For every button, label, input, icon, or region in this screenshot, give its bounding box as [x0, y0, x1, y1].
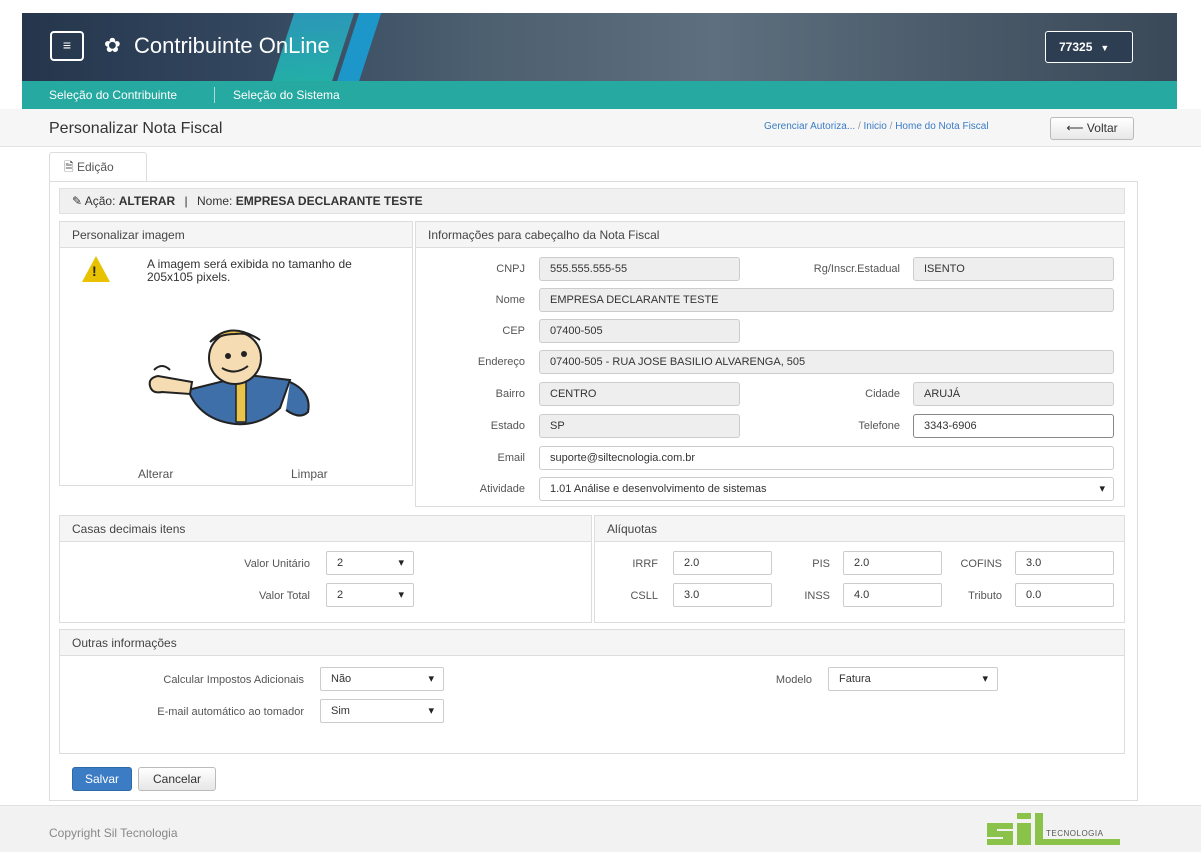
acao-label: Ação: — [84, 194, 116, 208]
app-title: Contribuinte OnLine — [134, 33, 330, 58]
image-size-warning: A imagem será exibida no tamanho de 205x… — [147, 257, 352, 284]
logo-text: TECNOLOGIA — [1046, 829, 1104, 838]
csll-input[interactable]: 3.0 — [673, 583, 772, 607]
alterar-link[interactable]: Alterar — [138, 467, 173, 481]
tributo-label: Tributo — [968, 590, 1002, 602]
user-code: 77325 — [1059, 40, 1093, 54]
atividade-label: Atividade — [479, 483, 525, 495]
nav-item-selecao-sistema[interactable]: Seleção do Sistema — [233, 81, 340, 109]
cep-field: 07400-505 — [539, 319, 740, 343]
gear-icon[interactable]: ✿ — [104, 33, 121, 58]
page-header: Personalizar Nota Fiscal Gerenciar Autor… — [0, 109, 1201, 147]
pencil-icon: ✎ — [72, 194, 83, 208]
endereco-field: 07400-505 - RUA JOSE BASILIO ALVARENGA, … — [539, 350, 1114, 374]
copyright-text: Copyright Sil Tecnologia — [49, 826, 178, 840]
header-info-title: Informações para cabeçalho da Nota Fisca… — [416, 222, 1124, 248]
nav-divider — [214, 87, 215, 103]
cofins-input[interactable]: 3.0 — [1015, 551, 1114, 575]
arrow-left-icon: ⟵ — [1066, 121, 1084, 135]
aliquotas-title: Alíquotas — [595, 516, 1124, 542]
hamburger-menu-button[interactable]: ≡ — [50, 31, 84, 61]
tab-label: Edição — [77, 160, 114, 174]
app-header: ≡ ✿ Contribuinte OnLine 77325 ▼ — [22, 13, 1177, 81]
rg-field: ISENTO — [913, 257, 1114, 281]
nome-field: EMPRESA DECLARANTE TESTE — [539, 288, 1114, 312]
cofins-label: COFINS — [960, 558, 1002, 570]
tab-edicao[interactable]: 🗎 Edição — [49, 152, 147, 182]
nome-field-label: Nome — [495, 294, 525, 306]
salvar-button[interactable]: Salvar — [72, 767, 132, 791]
warning-mark: ! — [92, 263, 97, 279]
acao-value: ALTERAR — [118, 194, 176, 208]
valor-unitario-select[interactable]: 2 — [326, 551, 414, 575]
csll-label: CSLL — [630, 590, 658, 602]
outras-panel: Outras informações — [59, 629, 1125, 754]
cnpj-label: CNPJ — [496, 263, 525, 275]
voltar-label: Voltar — [1086, 121, 1118, 135]
breadcrumb: Gerenciar Autoriza... / Inicio / Home do… — [764, 121, 989, 132]
modelo-label: Modelo — [775, 674, 812, 686]
modelo-select[interactable]: Fatura — [828, 667, 998, 691]
page-title: Personalizar Nota Fiscal — [49, 120, 223, 137]
breadcrumb-gerenciar[interactable]: Gerenciar Autoriza... — [764, 121, 855, 132]
cnpj-field: 555.555.555-55 — [539, 257, 740, 281]
cancelar-button[interactable]: Cancelar — [138, 767, 216, 791]
irrf-label: IRRF — [632, 558, 658, 570]
action-separator: | — [184, 194, 188, 208]
valor-total-select[interactable]: 2 — [326, 583, 414, 607]
nav-item-selecao-contribuinte[interactable]: Seleção do Contribuinte — [49, 81, 177, 109]
pis-input[interactable]: 2.0 — [843, 551, 942, 575]
bairro-field: CENTRO — [539, 382, 740, 406]
telefone-label: Telefone — [858, 420, 900, 432]
valor-unitario-label: Valor Unitário — [244, 558, 310, 570]
voltar-button[interactable]: ⟵ Voltar — [1050, 117, 1134, 140]
footer: Copyright Sil Tecnologia TECNOLOGIA — [0, 805, 1201, 852]
email-input[interactable]: suporte@siltecnologia.com.br — [539, 446, 1114, 470]
limpar-link[interactable]: Limpar — [291, 467, 328, 481]
endereco-label: Endereço — [477, 356, 525, 368]
hamburger-icon: ≡ — [62, 37, 72, 53]
cidade-field: ARUJÁ — [913, 382, 1114, 406]
inss-label: INSS — [804, 590, 830, 602]
breadcrumb-inicio[interactable]: Inicio — [864, 121, 887, 132]
inss-input[interactable]: 4.0 — [843, 583, 942, 607]
calcular-impostos-select[interactable]: Não — [320, 667, 444, 691]
irrf-input[interactable]: 2.0 — [673, 551, 772, 575]
cidade-label: Cidade — [865, 388, 900, 400]
pis-label: PIS — [812, 558, 830, 570]
telefone-input[interactable]: 3343-6906 — [913, 414, 1114, 438]
rg-label: Rg/Inscr.Estadual — [813, 263, 900, 275]
bairro-label: Bairro — [495, 388, 525, 400]
estado-label: Estado — [490, 420, 525, 432]
cep-label: CEP — [502, 325, 525, 337]
estado-field: SP — [539, 414, 740, 438]
email-label: Email — [497, 452, 525, 464]
email-automatico-select[interactable]: Sim — [320, 699, 444, 723]
atividade-select[interactable]: 1.01 Análise e desenvolvimento de sistem… — [539, 477, 1114, 501]
calcular-impostos-label: Calcular Impostos Adicionais — [163, 674, 304, 686]
image-panel-title: Personalizar imagem — [60, 222, 412, 248]
mascot-image — [148, 329, 310, 426]
user-dropdown-button[interactable]: 77325 ▼ — [1045, 31, 1133, 63]
chevron-down-icon: ▼ — [1100, 43, 1110, 53]
decimais-title: Casas decimais itens — [60, 516, 591, 542]
email-automatico-label: E-mail automático ao tomador — [157, 706, 304, 718]
tributo-input[interactable]: 0.0 — [1015, 583, 1114, 607]
breadcrumb-home-nota-fiscal[interactable]: Home do Nota Fiscal — [895, 121, 988, 132]
top-nav: Seleção do Contribuinte Seleção do Siste… — [22, 81, 1177, 109]
nome-label: Nome: — [197, 194, 233, 208]
nome-value: EMPRESA DECLARANTE TESTE — [235, 194, 423, 208]
outras-title: Outras informações — [60, 630, 1124, 656]
action-bar: ✎ Ação: ALTERAR | Nome: EMPRESA DECLARAN… — [59, 188, 1125, 214]
valor-total-label: Valor Total — [259, 590, 310, 602]
document-icon: 🗎 — [64, 160, 74, 174]
